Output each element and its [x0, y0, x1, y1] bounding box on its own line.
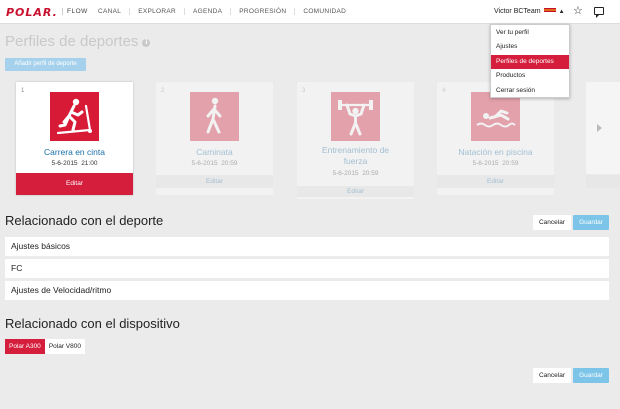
user-menu-toggle[interactable]: Victor BCTeam ▲ — [494, 8, 565, 15]
card-date: 5-6-2015 21:00 — [51, 160, 98, 167]
sport-card-strength[interactable]: 3 Entrenamiento de fuerza 5-6-2015 20:59… — [297, 82, 414, 199]
sport-card-swimming[interactable]: 4 Natación en piscina 5-6-2015 20:59 Edi… — [437, 82, 554, 195]
chevron-right-icon[interactable] — [597, 124, 602, 132]
edit-button[interactable]: Editar — [437, 175, 554, 188]
card-sport-name-line2: fuerza — [343, 156, 368, 166]
card-sport-name: Natación en piscina — [458, 147, 533, 157]
weightlifting-icon — [331, 92, 380, 141]
card-date: 5-6-2015 20:59 — [191, 160, 238, 167]
card-number: 2 — [161, 88, 165, 94]
sport-card-walking[interactable]: 2 Caminata 5-6-2015 20:59 Editar — [156, 82, 273, 195]
user-name: Victor BCTeam — [494, 8, 541, 15]
flow-product-label[interactable]: FLOW — [62, 8, 88, 15]
device-tab-a300[interactable]: Polar A300 — [5, 339, 45, 354]
star-icon[interactable]: ☆ — [573, 6, 583, 17]
device-cancel-button[interactable]: Cancelar — [533, 368, 571, 383]
nav-item-explorar[interactable]: EXPLORAR — [129, 8, 184, 15]
page-title: Perfiles de deportes i — [5, 33, 151, 50]
sport-save-button[interactable]: Guardar — [573, 215, 609, 230]
sport-card-treadmill[interactable]: 1 Carrera en cinta 5-6-2015 21:00 Editar — [16, 82, 133, 195]
treadmill-icon — [50, 92, 99, 141]
nav-item-comunidad[interactable]: COMUNIDAD — [294, 8, 354, 15]
polar-logo[interactable]: POLAR. — [6, 6, 58, 19]
device-save-button[interactable]: Guardar — [573, 368, 609, 383]
menu-item-productos[interactable]: Productos — [491, 69, 569, 83]
sport-cancel-button[interactable]: Cancelar — [533, 215, 571, 230]
menu-item-cerrar-sesion[interactable]: Cerrar sesión — [491, 84, 569, 98]
carousel-next[interactable] — [577, 82, 620, 195]
settings-row-hr[interactable]: FC — [5, 259, 609, 278]
nav-item-progresion[interactable]: PROGRESIÓN — [230, 8, 294, 15]
info-icon[interactable]: i — [142, 39, 151, 47]
card-sport-name: Caminata — [196, 147, 233, 157]
edit-button[interactable]: Editar — [297, 186, 414, 197]
next-card-edit-placeholder — [586, 175, 620, 188]
settings-row-speed-pace[interactable]: Ajustes de Velocidad/ritmo — [5, 281, 609, 300]
nav-item-canal[interactable]: CANAL — [98, 8, 129, 15]
add-sport-profile-button[interactable]: Añadir perfil de deporte — [5, 58, 86, 71]
main-nav: CANAL EXPLORAR AGENDA PROGRESIÓN COMUNID… — [98, 8, 354, 15]
edit-button[interactable]: Editar — [156, 175, 273, 188]
menu-item-ver-perfil[interactable]: Ver tu perfil — [491, 26, 569, 40]
top-navigation-bar: POLAR. FLOW CANAL EXPLORAR AGENDA PROGRE… — [0, 0, 620, 24]
menu-item-perfiles-deportes[interactable]: Perfiles de deportes — [491, 54, 569, 70]
card-number: 3 — [302, 88, 306, 94]
next-card-placeholder — [586, 82, 620, 174]
card-number: 1 — [21, 88, 25, 94]
page-title-text: Perfiles de deportes — [5, 33, 139, 50]
device-selector: Polar A300 Polar V800 — [5, 339, 85, 354]
device-section-title: Relacionado con el dispositivo — [5, 316, 180, 331]
card-number: 4 — [442, 88, 446, 94]
chat-icon[interactable] — [594, 7, 604, 18]
card-sport-name-line1: Entrenamiento de — [321, 145, 390, 155]
sport-section-title: Relacionado con el deporte — [5, 213, 164, 228]
walking-icon — [190, 92, 239, 141]
edit-button[interactable]: Editar — [16, 173, 133, 195]
card-sport-name: Carrera en cinta — [44, 147, 105, 157]
menu-item-ajustes[interactable]: Ajustes — [491, 40, 569, 54]
caret-up-icon: ▲ — [558, 9, 565, 15]
swimming-icon — [471, 92, 520, 141]
user-dropdown-menu: Ver tu perfil Ajustes Perfiles de deport… — [490, 24, 570, 98]
device-tab-v800[interactable]: Polar V800 — [44, 339, 85, 354]
country-flag-icon — [543, 8, 556, 12]
nav-item-agenda[interactable]: AGENDA — [184, 8, 230, 15]
settings-row-basic[interactable]: Ajustes básicos — [5, 237, 609, 256]
card-date: 5-6-2015 20:59 — [332, 170, 379, 177]
card-date: 5-6-2015 20:59 — [472, 160, 519, 167]
